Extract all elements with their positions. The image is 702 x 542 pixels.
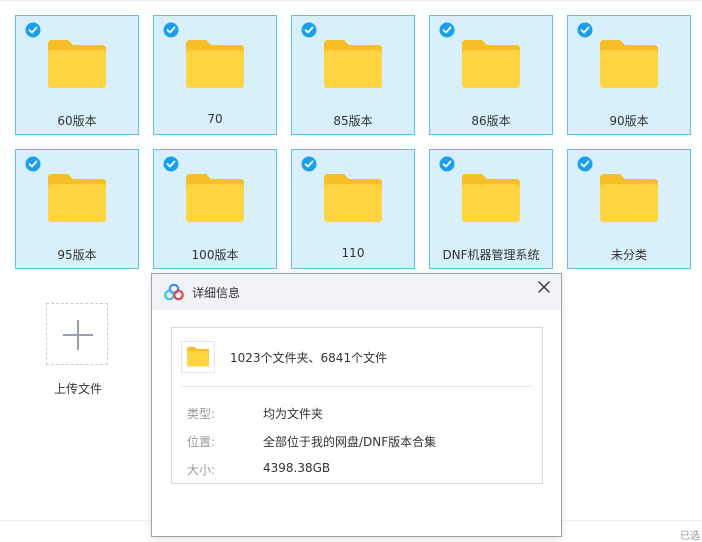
check-icon[interactable]	[439, 156, 455, 172]
folder-name: 86版本	[471, 114, 511, 128]
check-icon[interactable]	[163, 22, 179, 38]
selection-status: 已选	[680, 531, 700, 542]
info-row-type: 类型: 均为文件夹	[172, 405, 542, 423]
folder-name: 110	[341, 246, 365, 260]
dialog-title: 详细信息	[192, 286, 241, 300]
folder-thumbnail	[181, 341, 215, 373]
folder-icon	[462, 174, 520, 222]
dialog-header: 详细信息	[152, 274, 561, 310]
details-dialog: 详细信息 1023个文件夹、6841个文件 类型: 均为文件夹 位置: 全部位于…	[151, 273, 562, 537]
folder-icon	[48, 40, 106, 88]
folder-tile[interactable]: DNF机器管理系统	[429, 149, 553, 269]
info-key: 位置:	[187, 435, 216, 449]
folder-icon	[600, 40, 658, 88]
folder-icon	[324, 40, 382, 88]
folder-icon	[600, 174, 658, 222]
folder-name: 70	[207, 112, 223, 126]
check-icon[interactable]	[577, 156, 593, 172]
divider	[181, 386, 533, 387]
folder-tile[interactable]: 90版本	[567, 15, 691, 135]
check-icon[interactable]	[577, 22, 593, 38]
check-icon[interactable]	[163, 156, 179, 172]
cloud-logo-icon	[164, 283, 184, 301]
info-row-size: 大小: 4398.38GB	[172, 461, 542, 479]
folder-tile[interactable]: 100版本	[153, 149, 277, 269]
info-row-location: 位置: 全部位于我的网盘/DNF版本合集	[172, 433, 542, 451]
folder-grid: 60版本 70 85版本 86版本 90版本 95版本 100版本 110 DN…	[0, 0, 702, 280]
folder-icon	[324, 174, 382, 222]
plus-icon	[77, 320, 79, 350]
info-key: 类型:	[187, 407, 216, 421]
folder-tile[interactable]: 95版本	[15, 149, 139, 269]
upload-label: 上传文件	[53, 382, 102, 396]
folder-tile[interactable]: 86版本	[429, 15, 553, 135]
folder-tile[interactable]: 110	[291, 149, 415, 269]
info-value: 全部位于我的网盘/DNF版本合集	[263, 435, 437, 449]
upload-button[interactable]	[46, 303, 108, 365]
folder-name: DNF机器管理系统	[442, 248, 540, 262]
folder-name: 100版本	[191, 248, 239, 262]
folder-icon	[186, 40, 244, 88]
folder-name: 未分类	[610, 248, 647, 262]
folder-icon	[186, 174, 244, 222]
info-value: 均为文件夹	[263, 407, 324, 421]
folder-tile[interactable]: 85版本	[291, 15, 415, 135]
file-count-summary: 1023个文件夹、6841个文件	[230, 351, 388, 365]
folder-tile[interactable]: 60版本	[15, 15, 139, 135]
info-value: 4398.38GB	[263, 461, 331, 475]
folder-name: 90版本	[609, 114, 649, 128]
folder-icon	[187, 346, 209, 367]
check-icon[interactable]	[301, 22, 317, 38]
info-key: 大小:	[187, 463, 216, 477]
folder-name: 60版本	[57, 114, 97, 128]
close-icon[interactable]	[535, 278, 553, 296]
folder-icon	[48, 174, 106, 222]
folder-name: 95版本	[57, 248, 97, 262]
info-card: 1023个文件夹、6841个文件 类型: 均为文件夹 位置: 全部位于我的网盘/…	[171, 327, 543, 484]
folder-tile[interactable]: 未分类	[567, 149, 691, 269]
check-icon[interactable]	[439, 22, 455, 38]
folder-icon	[462, 40, 520, 88]
check-icon[interactable]	[25, 22, 41, 38]
folder-tile[interactable]: 70	[153, 15, 277, 135]
check-icon[interactable]	[301, 156, 317, 172]
check-icon[interactable]	[25, 156, 41, 172]
folder-name: 85版本	[333, 114, 373, 128]
